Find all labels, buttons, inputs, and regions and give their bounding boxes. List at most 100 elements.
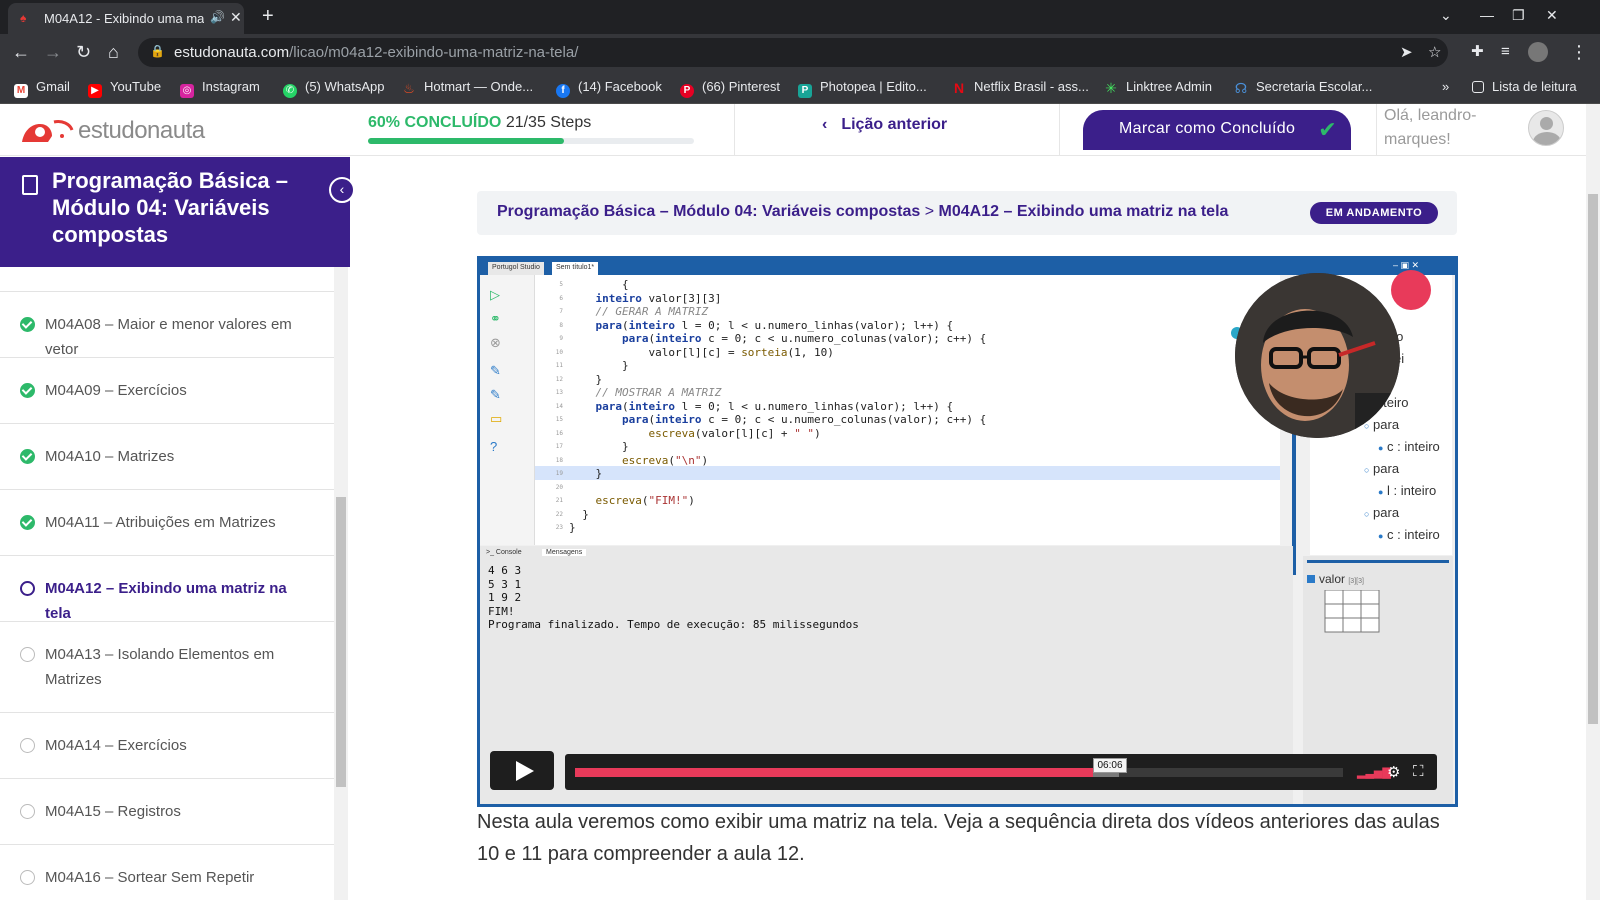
current-line-highlight	[535, 466, 1280, 480]
mark-complete-button[interactable]: Marcar como Concluído ✔	[1083, 110, 1351, 150]
sidebar-scroll-thumb[interactable]	[336, 497, 346, 787]
code-line: 7 // GERAR A MATRIZ	[559, 305, 709, 318]
tree-node: ● c : inteiro	[1378, 527, 1440, 542]
lock-icon[interactable]: 🔒	[150, 44, 165, 58]
inspector-variable-dims: [3][3]	[1348, 578, 1364, 585]
course-title[interactable]: Programação Básica – Módulo 04: Variávei…	[52, 167, 312, 248]
bookmark-photopea[interactable]: P Photopea | Edito...	[798, 79, 927, 98]
played-bar	[575, 768, 1094, 777]
browser-tab[interactable]: ♠ M04A12 - Exibindo uma matriz 🔊 ✕	[8, 3, 244, 34]
reload-button[interactable]: ↻	[76, 42, 91, 62]
bookmark-youtube[interactable]: ▶ YouTube	[88, 79, 161, 98]
facebook-icon: f	[556, 84, 570, 98]
media-control-icon[interactable]: ≡	[1501, 42, 1510, 62]
lesson-label: M04A15 – Registros	[45, 803, 181, 820]
bookmark-netflix[interactable]: N Netflix Brasil - ass...	[952, 79, 1089, 95]
bookmark-whatsapp[interactable]: ✆ (5) WhatsApp	[283, 79, 384, 98]
bookmark-star-icon[interactable]: ☆	[1428, 43, 1441, 61]
completed-check-icon	[20, 317, 35, 332]
lesson-item[interactable]: M04A13 – Isolando Elementos em Matrizes	[0, 622, 334, 713]
pending-circle-icon	[20, 647, 35, 662]
lesson-header: estudonauta 60% CONCLUÍDO 21/35 Steps ‹ L…	[0, 104, 1586, 156]
lesson-item[interactable]: M04A10 – Matrizes	[0, 424, 334, 490]
code-line: 16 escreva(valor[l][c] + " ")	[555, 426, 821, 440]
forward-button[interactable]: →	[44, 42, 62, 62]
page-scroll-thumb[interactable]	[1588, 194, 1598, 724]
minimize-window-button[interactable]: —	[1480, 7, 1494, 23]
lesson-item[interactable]: M04A09 – Exercícios	[0, 358, 334, 424]
user-avatar[interactable]	[1528, 110, 1564, 146]
ide-window-controls-icon: – ▣ ✕	[1392, 260, 1419, 270]
settings-gear-icon[interactable]: ⚙	[1387, 763, 1400, 781]
video-seek-bar[interactable]: 06:06	[575, 758, 1343, 777]
breadcrumb: Programação Básica – Módulo 04: Variávei…	[477, 191, 1457, 235]
more-bookmarks-icon[interactable]: »	[1442, 79, 1449, 94]
lesson-label: M04A16 – Sortear Sem Repetir	[45, 869, 255, 886]
code-line: 6 inteiro valor[3][3]	[559, 291, 722, 305]
ide-toolbar: ▷ ⚭ ⊗ ✎ ✎ ▭ ?	[480, 275, 535, 545]
browser-menu-icon[interactable]: ⋮	[1570, 42, 1588, 62]
lesson-item-current[interactable]: M04A12 – Exibindo uma matriz na tela	[0, 556, 334, 622]
bookmark-secretaria[interactable]: ☊ Secretaria Escolar...	[1234, 79, 1373, 95]
bookmark-gmail[interactable]: M Gmail	[14, 79, 70, 98]
audio-playing-icon[interactable]: 🔊	[210, 10, 225, 24]
ide-tab: Sem título1*	[552, 262, 599, 275]
progress-bar	[368, 138, 694, 144]
lesson-item[interactable]	[0, 267, 334, 292]
profile-avatar[interactable]	[1528, 42, 1548, 62]
previous-lesson-button[interactable]: ‹ Lição anterior	[822, 116, 947, 134]
send-to-devices-icon[interactable]: ➤	[1400, 43, 1413, 61]
ide-tab: Portugol Studio	[488, 262, 544, 275]
code-line: 18 escreva("\n")	[555, 453, 709, 467]
breadcrumb-course-link[interactable]: Programação Básica – Módulo 04: Variávei…	[497, 203, 920, 220]
page-scrollbar[interactable]	[1586, 104, 1600, 900]
fullscreen-icon[interactable]: ⛶	[1413, 763, 1424, 780]
netflix-icon: N	[953, 80, 965, 96]
lesson-item[interactable]: M04A15 – Registros	[0, 779, 334, 845]
console-line: 4 6 3	[488, 564, 522, 577]
code-line: 12 }	[555, 372, 603, 386]
omnibox[interactable]: 🔒 estudonauta.com/licao/m04a12-exibindo-…	[138, 38, 1448, 67]
breadcrumb-lesson[interactable]: M04A12 – Exibindo uma matriz na tela	[939, 203, 1229, 220]
inspector-divider	[1307, 560, 1449, 563]
photopea-icon: P	[798, 84, 812, 98]
close-window-button[interactable]: ✕	[1546, 7, 1558, 24]
lesson-item[interactable]: M04A11 – Atribuições em Matrizes	[0, 490, 334, 556]
current-lesson-icon	[20, 581, 35, 596]
bookmark-pinterest[interactable]: P (66) Pinterest	[680, 79, 780, 98]
close-tab-icon[interactable]: ✕	[230, 9, 242, 26]
home-button[interactable]: ⌂	[108, 42, 119, 62]
completed-check-icon	[20, 383, 35, 398]
back-button[interactable]: ←	[12, 42, 30, 62]
volume-bars-icon[interactable]: ▂▃▅▇	[1357, 766, 1391, 779]
reading-list[interactable]: Lista de leitura	[1472, 79, 1577, 94]
play-button[interactable]	[490, 751, 554, 790]
tree-node: ● l : inteiro	[1378, 483, 1437, 498]
instructor-face-image	[1235, 273, 1400, 438]
bookmark-hotmart[interactable]: ♨ Hotmart — Onde...	[402, 79, 533, 96]
lesson-item[interactable]: M04A16 – Sortear Sem Repetir	[0, 845, 334, 900]
pending-circle-icon	[20, 804, 35, 819]
lesson-item[interactable]: M04A14 – Exercícios	[0, 713, 334, 779]
course-progress: 60% CONCLUÍDO 21/35 Steps	[368, 114, 591, 132]
time-tooltip: 06:06	[1093, 758, 1127, 773]
matrix-grid-icon	[1324, 590, 1380, 633]
code-line: 5 {	[559, 278, 629, 291]
whatsapp-icon: ✆	[283, 84, 297, 98]
tab-title: M04A12 - Exibindo uma matriz	[44, 11, 204, 26]
bookmark-facebook[interactable]: f (14) Facebook	[556, 79, 662, 98]
bookmark-instagram[interactable]: ◎ Instagram	[180, 79, 260, 98]
collapse-sidebar-button[interactable]: ‹	[329, 177, 355, 203]
extensions-icon[interactable]: ✚	[1471, 42, 1484, 62]
restore-window-button[interactable]: ❐	[1512, 7, 1525, 24]
code-editor: 5 {6 inteiro valor[3][3] 7 // GERAR A MAT…	[535, 275, 1280, 545]
tab-search-icon[interactable]: ⌄	[1440, 7, 1452, 24]
video-player[interactable]: Portugol Studio Sem título1* – ▣ ✕ ▷ ⚭ ⊗…	[477, 256, 1458, 807]
console-line: FIM!	[488, 604, 515, 618]
new-tab-button[interactable]: +	[262, 5, 274, 28]
sidebar-scrollbar[interactable]	[334, 267, 348, 900]
bookmark-linktree[interactable]: ✳ Linktree Admin	[1104, 79, 1212, 95]
address-toolbar: ← → ↻ ⌂ 🔒 estudonauta.com/licao/m04a12-e…	[0, 34, 1600, 71]
lesson-item[interactable]: M04A08 – Maior e menor valores em vetor	[0, 292, 334, 358]
user-greeting[interactable]: Olá, leandro-marques!	[1384, 104, 1494, 152]
